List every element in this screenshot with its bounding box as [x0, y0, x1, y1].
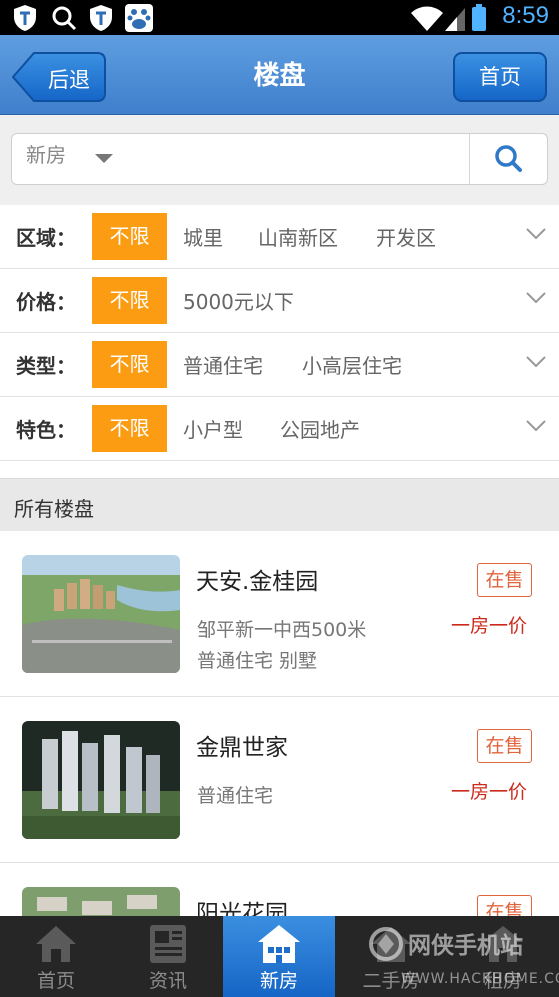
price-note: 一房一价 — [451, 615, 528, 637]
bottom-tab-bar: 首页 资讯 新房 二手房 租房 — [0, 916, 559, 997]
status-bar: 8:59 — [0, 0, 559, 35]
filter-option[interactable]: 小户型 — [183, 414, 243, 443]
baidu-icon — [125, 4, 153, 32]
battery-icon — [472, 4, 486, 31]
listing-name: 金鼎世家 — [196, 735, 288, 761]
news-icon — [150, 925, 186, 963]
tab-new-homes[interactable]: 新房 — [223, 916, 335, 997]
building-icon — [258, 925, 300, 963]
title-bar: 后退 楼盘 首页 — [0, 35, 559, 115]
listing-photo — [22, 555, 180, 673]
tab-label: 资讯 — [148, 970, 187, 992]
listing-type: 普通住宅 别墅 — [197, 650, 318, 672]
section-header: 所有楼盘 — [0, 478, 559, 531]
shield-icon — [14, 5, 36, 31]
tab-label: 租房 — [483, 970, 522, 992]
wifi-icon — [411, 6, 443, 31]
filter-label: 类型： — [16, 354, 76, 378]
price-note: 一房一价 — [451, 781, 528, 803]
home-icon — [36, 926, 76, 962]
search-icon — [52, 6, 77, 31]
home-button[interactable]: 首页 — [453, 52, 547, 102]
filter-option[interactable]: 5000元以下 — [183, 286, 294, 315]
tab-second-hand[interactable]: 二手房 — [335, 916, 447, 997]
section-title: 所有楼盘 — [14, 497, 94, 521]
filter-row-type: 类型： 不限 普通住宅 小高层住宅 — [0, 333, 559, 397]
tab-label: 首页 — [36, 970, 75, 992]
listing-photo — [22, 721, 180, 839]
chevron-down-icon[interactable] — [95, 154, 113, 163]
chevron-down-icon[interactable] — [525, 355, 547, 369]
listing-type: 普通住宅 — [197, 785, 274, 807]
filter-label: 区域： — [16, 226, 76, 250]
search-box: 新房 — [11, 133, 548, 185]
filter-label: 特色： — [16, 418, 76, 442]
chevron-down-icon[interactable] — [525, 419, 547, 433]
filter-option[interactable]: 山南新区 — [258, 222, 338, 251]
chevron-down-icon[interactable] — [525, 291, 547, 305]
listing-name: 天安.金桂园 — [196, 569, 319, 595]
filter-option[interactable]: 城里 — [183, 222, 223, 251]
filter-option-selected[interactable]: 不限 — [92, 213, 167, 260]
tab-label: 二手房 — [362, 970, 420, 992]
search-button[interactable] — [470, 134, 548, 184]
search-area: 新房 — [0, 115, 559, 205]
filter-option[interactable]: 开发区 — [376, 222, 436, 251]
listing-card[interactable]: 天安.金桂园 邹平新一中西500米 普通住宅 别墅 在售 一房一价 — [0, 531, 559, 697]
filter-label: 价格： — [16, 290, 76, 314]
chevron-down-icon[interactable] — [525, 227, 547, 241]
status-badge: 在售 — [477, 563, 532, 597]
listing-card[interactable]: 金鼎世家 普通住宅 在售 一房一价 — [0, 697, 559, 863]
tab-label: 新房 — [259, 970, 298, 992]
filter-option-selected[interactable]: 不限 — [92, 277, 167, 324]
house-icon — [371, 927, 411, 962]
filter-option[interactable]: 小高层住宅 — [302, 350, 402, 379]
search-icon — [495, 145, 522, 172]
clock: 8:59 — [502, 2, 549, 29]
filter-row-feature: 特色： 不限 小户型 公园地产 — [0, 397, 559, 461]
filter-option-selected[interactable]: 不限 — [92, 341, 167, 388]
listing-address: 邹平新一中西500米 — [197, 619, 367, 641]
tab-rent[interactable]: 租房 — [447, 916, 559, 997]
filter-option[interactable]: 公园地产 — [280, 414, 360, 443]
shield-icon — [90, 5, 112, 31]
signal-icon — [445, 8, 465, 31]
filter-row-price: 价格： 不限 5000元以下 — [0, 269, 559, 333]
filter-row-area: 区域： 不限 城里 山南新区 开发区 — [0, 205, 559, 269]
rent-icon — [483, 926, 523, 962]
tab-home[interactable]: 首页 — [0, 916, 112, 997]
status-badge: 在售 — [477, 729, 532, 763]
category-select[interactable]: 新房 — [26, 139, 66, 168]
tab-news[interactable]: 资讯 — [112, 916, 224, 997]
filter-option-selected[interactable]: 不限 — [92, 405, 167, 452]
filter-option[interactable]: 普通住宅 — [183, 350, 263, 379]
